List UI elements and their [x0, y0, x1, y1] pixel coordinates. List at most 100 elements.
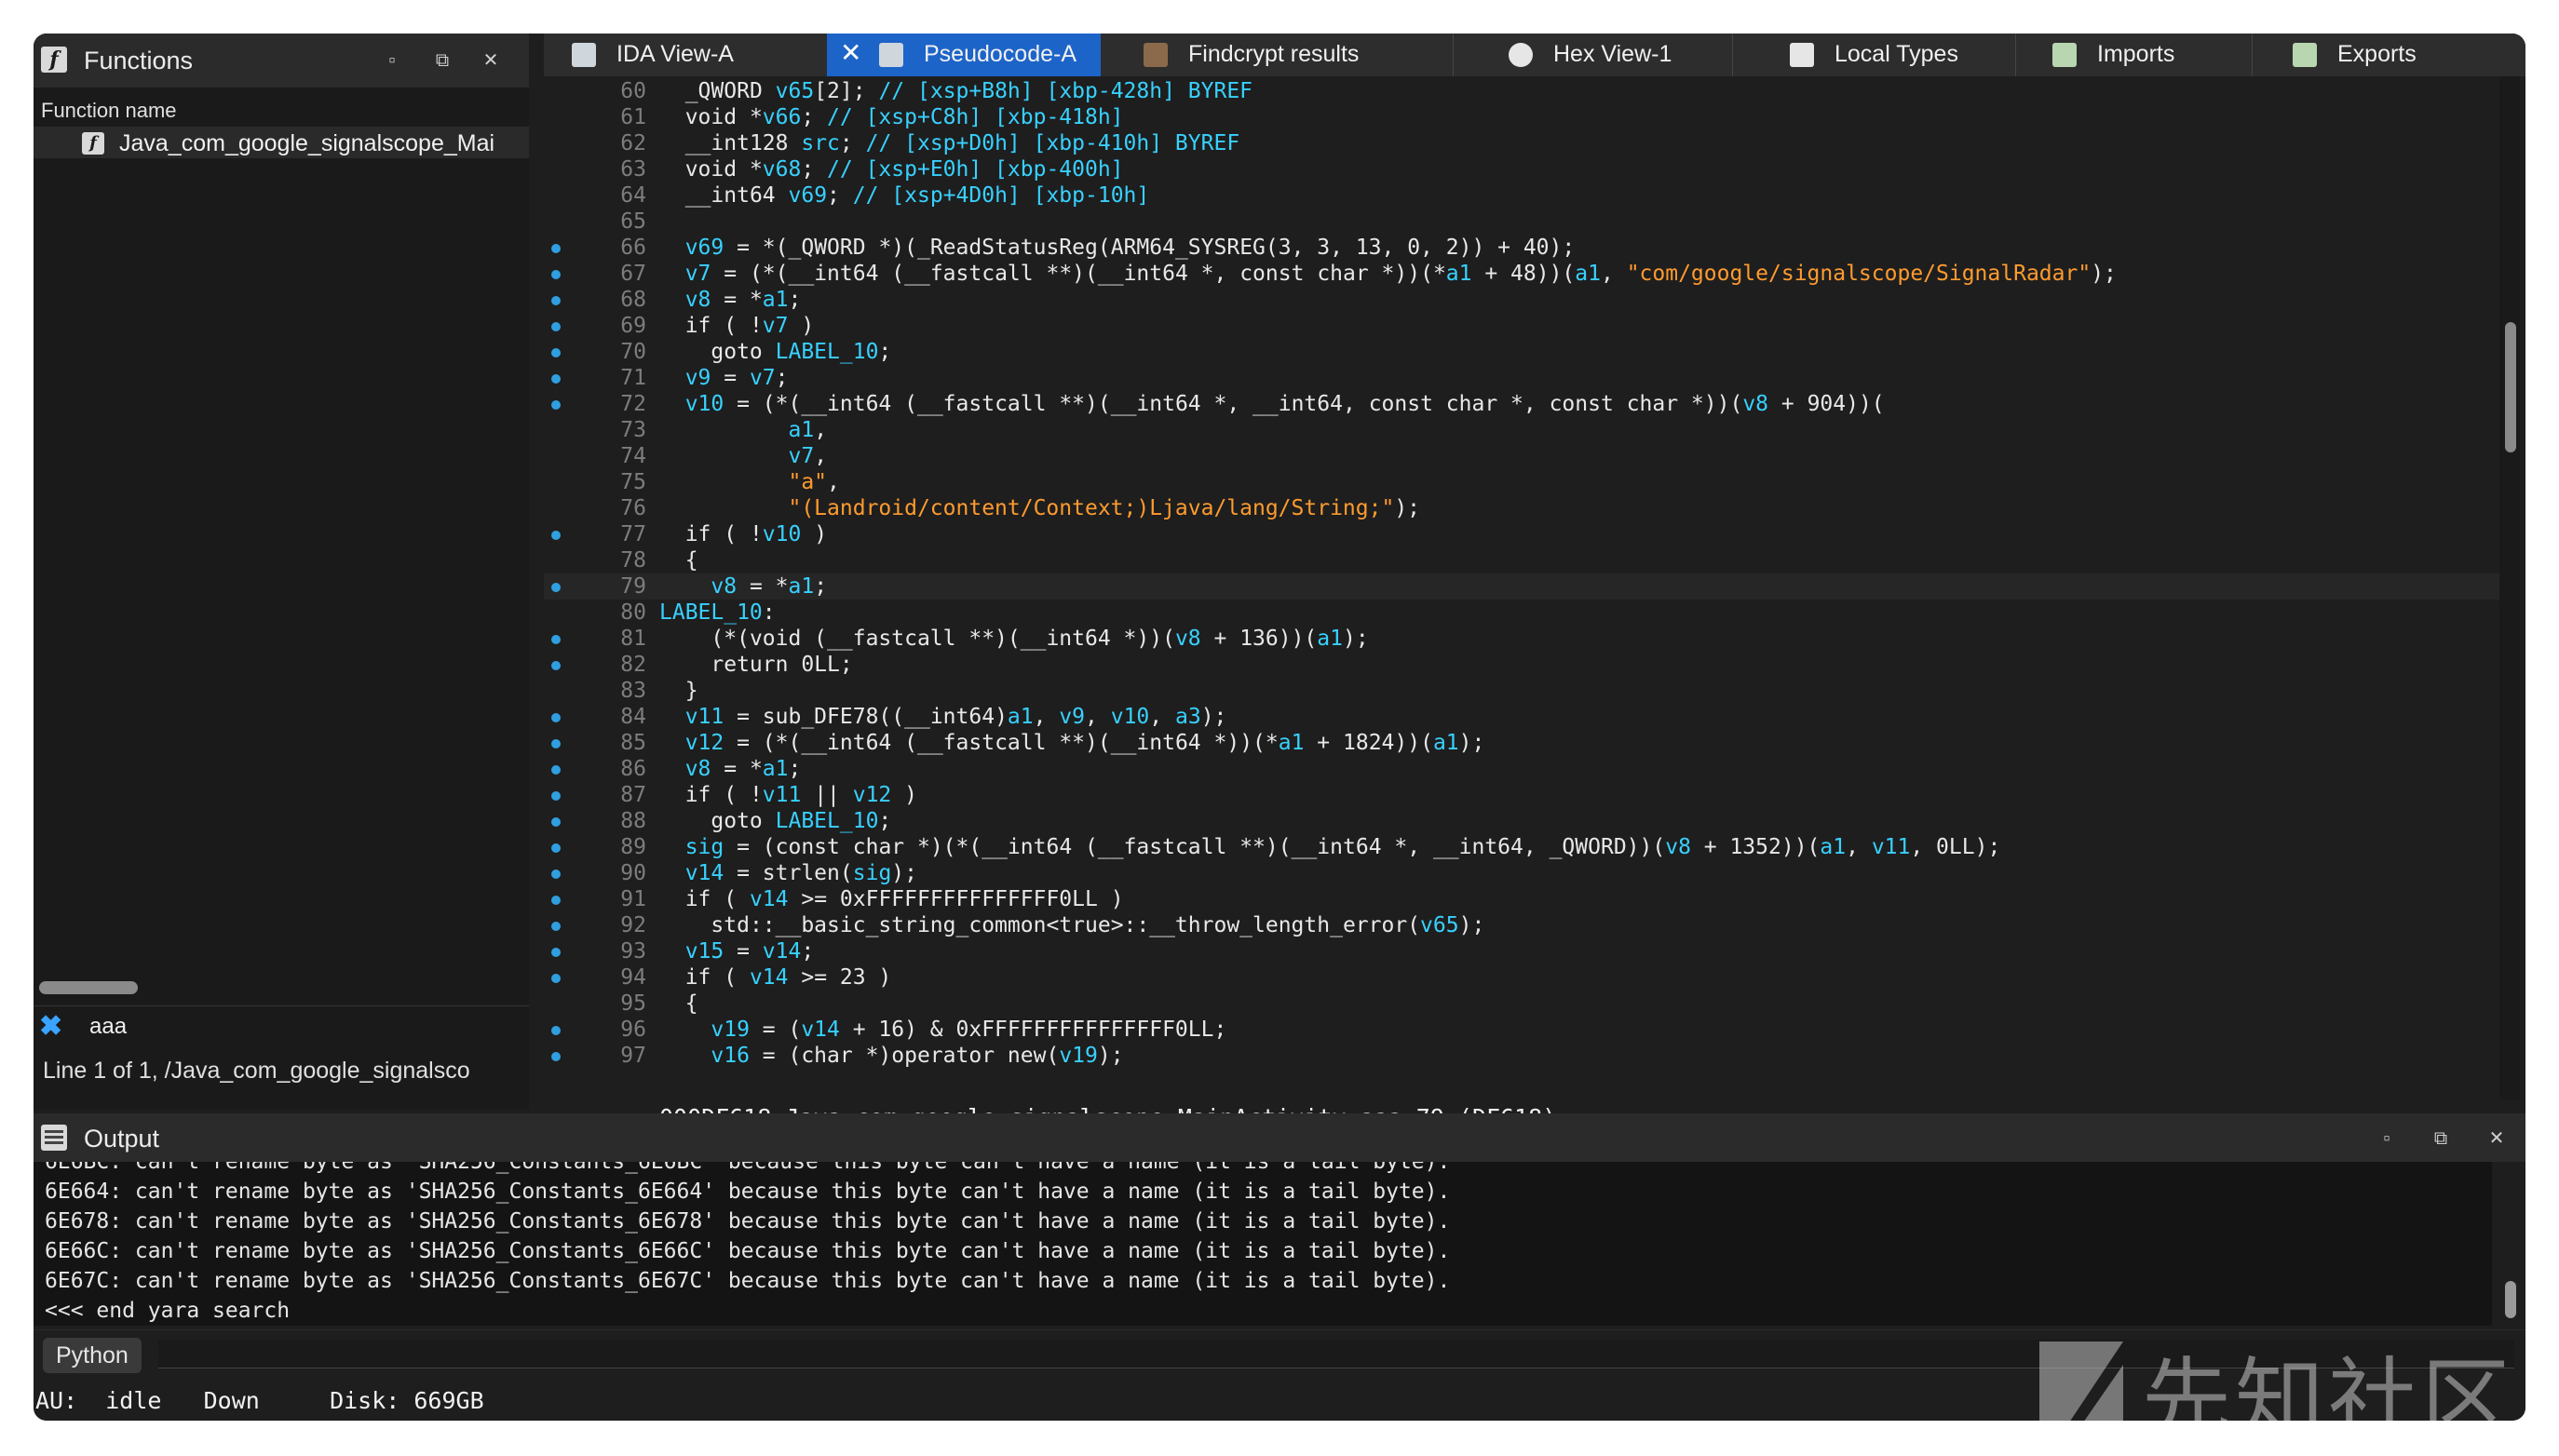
- code-line[interactable]: 71 v9 = v7;: [544, 365, 2499, 391]
- code-line[interactable]: 67 v7 = (*(__int64 (__fastcall **)(__int…: [544, 261, 2499, 287]
- code-line[interactable]: 84 v11 = sub_DFE78((__int64)a1, v9, v10,…: [544, 704, 2499, 730]
- breakpoint-marker[interactable]: [551, 348, 561, 357]
- code-text[interactable]: v19 = (v14 + 16) & 0xFFFFFFFFFFFFFFF0LL;: [659, 1017, 1226, 1043]
- code-line[interactable]: 90 v14 = strlen(sig);: [544, 860, 2499, 886]
- breakpoint-marker[interactable]: [551, 974, 561, 983]
- code-text[interactable]: if ( !v10 ): [659, 521, 827, 547]
- tab-local-types[interactable]: Local Types: [1732, 34, 2016, 76]
- code-line[interactable]: 95 {: [544, 991, 2499, 1017]
- code-text[interactable]: v8 = *a1;: [659, 573, 827, 600]
- code-text[interactable]: LABEL_10:: [659, 600, 776, 626]
- code-line[interactable]: 94 if ( v14 >= 23 ): [544, 964, 2499, 991]
- code-line[interactable]: 79 v8 = *a1;: [544, 573, 2499, 600]
- code-line[interactable]: 66 v69 = *(_QWORD *)(_ReadStatusReg(ARM6…: [544, 235, 2499, 261]
- code-line[interactable]: 68 v8 = *a1;: [544, 287, 2499, 313]
- code-line[interactable]: 69 if ( !v7 ): [544, 313, 2499, 339]
- code-text[interactable]: v7,: [659, 443, 827, 469]
- code-line[interactable]: 76 "(Landroid/content/Context;)Ljava/lan…: [544, 495, 2499, 521]
- vertical-scrollbar-thumb[interactable]: [2505, 322, 2516, 452]
- pseudocode-view[interactable]: 60 _QWORD v65[2]; // [xsp+B8h] [xbp-428h…: [544, 76, 2525, 1131]
- close-tab-icon[interactable]: ✕: [840, 37, 861, 68]
- breakpoint-marker[interactable]: [551, 531, 561, 540]
- vertical-scrollbar[interactable]: [2499, 76, 2520, 1100]
- python-button[interactable]: Python: [43, 1338, 142, 1373]
- code-text[interactable]: v8 = *a1;: [659, 756, 802, 782]
- code-line[interactable]: 87 if ( !v11 || v12 ): [544, 782, 2499, 808]
- filter-input[interactable]: aaa: [89, 1014, 127, 1040]
- float-icon[interactable]: ⧉: [2430, 1128, 2451, 1149]
- code-text[interactable]: goto LABEL_10;: [659, 808, 891, 834]
- code-text[interactable]: "(Landroid/content/Context;)Ljava/lang/S…: [659, 495, 1420, 521]
- code-text[interactable]: if ( v14 >= 23 ): [659, 964, 892, 991]
- breakpoint-marker[interactable]: [551, 1052, 561, 1061]
- tab-pseudocode-a[interactable]: ✕ Pseudocode-A: [827, 34, 1101, 76]
- breakpoint-marker[interactable]: [551, 244, 561, 253]
- code-line[interactable]: 82 return 0LL;: [544, 652, 2499, 678]
- code-text[interactable]: v9 = v7;: [659, 365, 789, 391]
- code-line[interactable]: 89 sig = (const char *)(*(__int64 (__fas…: [544, 834, 2499, 860]
- code-line[interactable]: 78 {: [544, 547, 2499, 573]
- code-line[interactable]: 60 _QWORD v65[2]; // [xsp+B8h] [xbp-428h…: [544, 78, 2499, 104]
- code-line[interactable]: 61 void *v66; // [xsp+C8h] [xbp-418h]: [544, 104, 2499, 130]
- code-text[interactable]: if ( !v11 || v12 ): [659, 782, 917, 808]
- minimize-icon[interactable]: ▫: [2376, 1128, 2397, 1149]
- code-line[interactable]: 83 }: [544, 678, 2499, 704]
- code-text[interactable]: v15 = v14;: [659, 938, 815, 964]
- breakpoint-marker[interactable]: [551, 896, 561, 905]
- code-line[interactable]: 96 v19 = (v14 + 16) & 0xFFFFFFFFFFFFFFF0…: [544, 1017, 2499, 1043]
- code-text[interactable]: v7 = (*(__int64 (__fastcall **)(__int64 …: [659, 261, 2117, 287]
- code-text[interactable]: v11 = sub_DFE78((__int64)a1, v9, v10, a3…: [659, 704, 1227, 730]
- code-lines[interactable]: 60 _QWORD v65[2]; // [xsp+B8h] [xbp-428h…: [544, 76, 2499, 1100]
- breakpoint-marker[interactable]: [551, 583, 561, 592]
- breakpoint-marker[interactable]: [551, 817, 561, 827]
- tab-exports[interactable]: Exports: [2252, 34, 2525, 76]
- minimize-icon[interactable]: ▫: [382, 50, 402, 71]
- code-text[interactable]: (*(void (__fastcall **)(__int64 *))(v8 +…: [659, 626, 1368, 652]
- code-text[interactable]: {: [659, 547, 698, 573]
- float-icon[interactable]: ⧉: [432, 50, 453, 71]
- code-text[interactable]: v8 = *a1;: [659, 287, 802, 313]
- code-line[interactable]: 72 v10 = (*(__int64 (__fastcall **)(__in…: [544, 391, 2499, 417]
- close-icon[interactable]: ✕: [2486, 1128, 2507, 1149]
- code-line[interactable]: 75 "a",: [544, 469, 2499, 495]
- breakpoint-marker[interactable]: [551, 661, 561, 670]
- breakpoint-marker[interactable]: [551, 843, 561, 853]
- breakpoint-marker[interactable]: [551, 870, 561, 879]
- code-text[interactable]: if ( !v7 ): [659, 313, 815, 339]
- tab-findcrypt-results[interactable]: Findcrypt results: [1101, 34, 1454, 76]
- breakpoint-marker[interactable]: [551, 922, 561, 931]
- code-text[interactable]: void *v66; // [xsp+C8h] [xbp-418h]: [659, 104, 1124, 130]
- horizontal-scrollbar[interactable]: [39, 981, 138, 994]
- code-line[interactable]: 86 v8 = *a1;: [544, 756, 2499, 782]
- code-line[interactable]: 88 goto LABEL_10;: [544, 808, 2499, 834]
- code-line[interactable]: 80 LABEL_10:: [544, 600, 2499, 626]
- code-line[interactable]: 64 __int64 v69; // [xsp+4D0h] [xbp-10h]: [544, 182, 2499, 209]
- code-line[interactable]: 73 a1,: [544, 417, 2499, 443]
- code-line[interactable]: 77 if ( !v10 ): [544, 521, 2499, 547]
- breakpoint-marker[interactable]: [551, 791, 561, 801]
- breakpoint-marker[interactable]: [551, 713, 561, 722]
- code-text[interactable]: _QWORD v65[2]; // [xsp+B8h] [xbp-428h] B…: [659, 78, 1252, 104]
- tab-ida-view-a[interactable]: IDA View-A: [544, 34, 828, 76]
- code-text[interactable]: sig = (const char *)(*(__int64 (__fastca…: [659, 834, 2001, 860]
- breakpoint-marker[interactable]: [551, 374, 561, 384]
- code-text[interactable]: v69 = *(_QWORD *)(_ReadStatusReg(ARM64_S…: [659, 235, 1576, 261]
- code-line[interactable]: 85 v12 = (*(__int64 (__fastcall **)(__in…: [544, 730, 2499, 756]
- output-scrollbar[interactable]: [2505, 1281, 2516, 1318]
- code-line[interactable]: 62 __int128 src; // [xsp+D0h] [xbp-410h]…: [544, 130, 2499, 156]
- breakpoint-marker[interactable]: [551, 948, 561, 957]
- breakpoint-marker[interactable]: [551, 635, 561, 644]
- code-text[interactable]: {: [659, 991, 698, 1017]
- breakpoint-marker[interactable]: [551, 296, 561, 305]
- code-text[interactable]: void *v68; // [xsp+E0h] [xbp-400h]: [659, 156, 1124, 182]
- function-filter-bar[interactable]: ✖ aaa: [34, 1005, 529, 1045]
- output-log[interactable]: 6E6BC: can't rename byte as 'SHA256_Cons…: [34, 1162, 2492, 1326]
- tab-imports[interactable]: Imports: [2015, 34, 2253, 76]
- code-text[interactable]: return 0LL;: [659, 652, 852, 678]
- breakpoint-marker[interactable]: [551, 270, 561, 279]
- breakpoint-marker[interactable]: [551, 322, 561, 331]
- code-line[interactable]: 93 v15 = v14;: [544, 938, 2499, 964]
- code-line[interactable]: 92 std::__basic_string_common<true>::__t…: [544, 912, 2499, 938]
- breakpoint-marker[interactable]: [551, 400, 561, 410]
- python-command-input[interactable]: [158, 1340, 2514, 1368]
